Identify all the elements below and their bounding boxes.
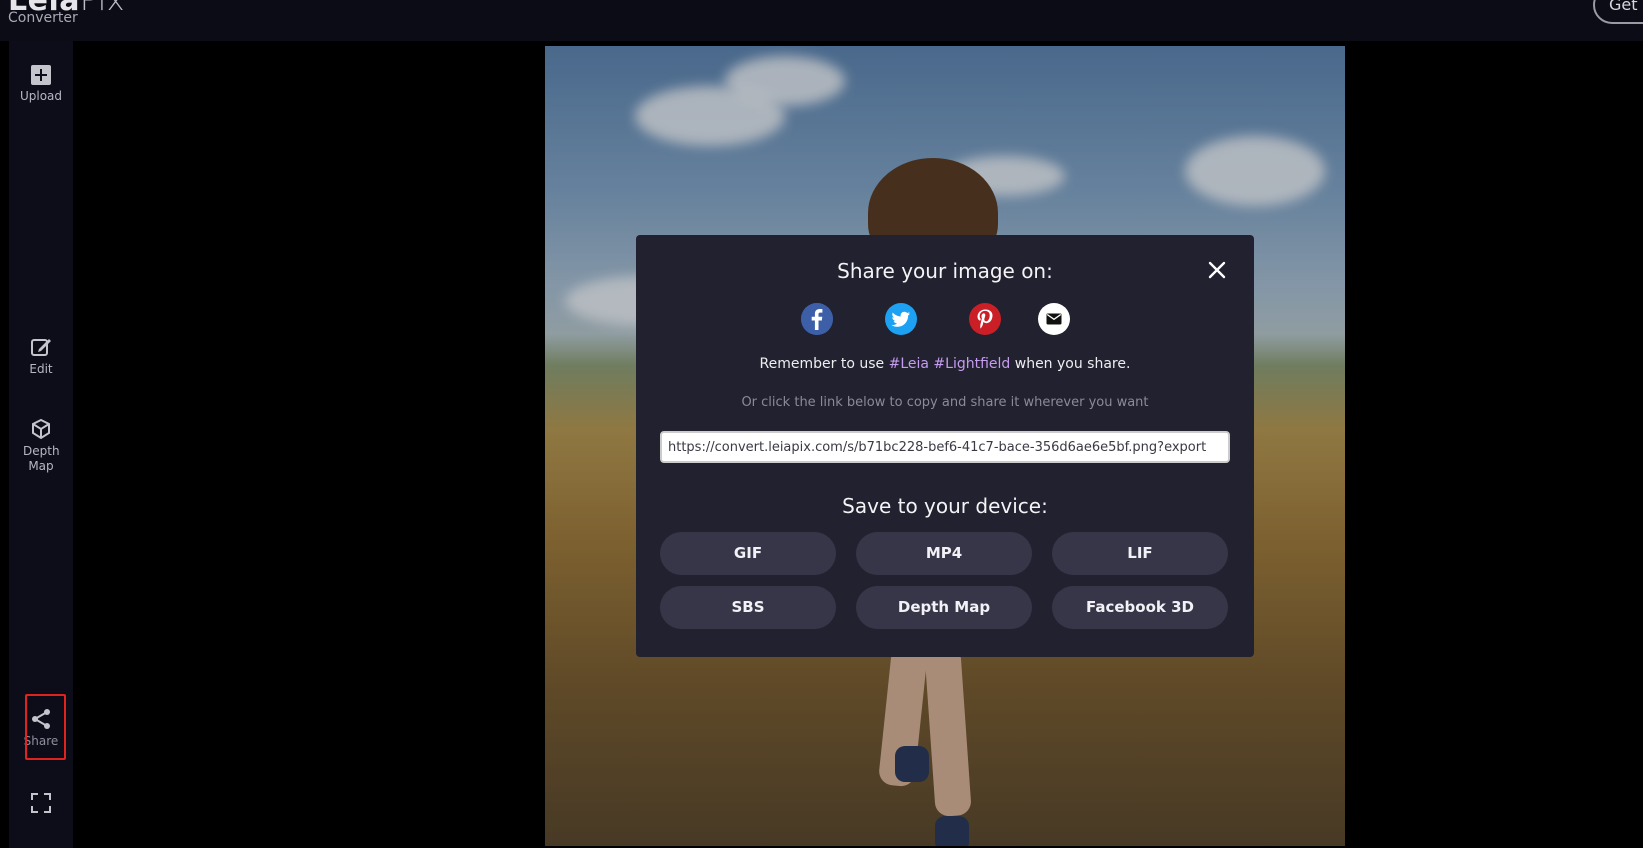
logo-light-text: Pix — [80, 0, 126, 18]
plus-square-icon — [31, 65, 51, 85]
facebook-icon — [801, 303, 833, 335]
sidebar-item-edit[interactable]: Edit — [9, 336, 73, 377]
pinterest-icon — [969, 303, 1001, 335]
email-share-button[interactable] — [1038, 303, 1070, 335]
share-modal: Share your image on: Remember to use #Le… — [636, 235, 1254, 657]
sidebar-item-depth-map[interactable]: Depth Map — [9, 418, 73, 474]
sidebar-item-label: Edit — [29, 362, 53, 376]
save-gif-button[interactable]: GIF — [660, 532, 836, 575]
close-icon — [1208, 261, 1226, 279]
email-icon — [1038, 303, 1070, 335]
get-app-button[interactable]: Get — [1593, 0, 1643, 24]
depth-map-icon — [32, 418, 50, 440]
remember-suffix: when you share. — [1010, 356, 1131, 372]
pinterest-share-button[interactable] — [969, 303, 1001, 335]
top-bar: LeiaPix Converter Get — [0, 0, 1643, 41]
remember-hashtag-text: Remember to use #Leia #Lightfield when y… — [636, 356, 1254, 372]
save-sbs-button[interactable]: SBS — [660, 586, 836, 629]
fullscreen-icon — [31, 793, 51, 813]
save-mp4-button[interactable]: MP4 — [856, 532, 1032, 575]
sidebar-item-label: Upload — [19, 89, 63, 103]
hashtag-link[interactable]: #Leia #Lightfield — [889, 356, 1011, 372]
edit-icon — [31, 339, 51, 356]
twitter-icon — [885, 303, 917, 335]
save-depth-map-button[interactable]: Depth Map — [856, 586, 1032, 629]
copy-link-instructions: Or click the link below to copy and shar… — [741, 395, 1149, 410]
share-highlight-box — [25, 694, 66, 760]
remember-prefix: Remember to use — [759, 356, 889, 372]
sidebar-item-upload[interactable]: Upload — [9, 65, 73, 104]
save-facebook-3d-button[interactable]: Facebook 3D — [1052, 586, 1228, 629]
save-lif-button[interactable]: LIF — [1052, 532, 1228, 575]
sidebar-item-fullscreen[interactable] — [9, 793, 73, 817]
share-title: Share your image on: — [837, 259, 1053, 283]
app-subtitle: Converter — [8, 10, 78, 26]
twitter-share-button[interactable] — [885, 303, 917, 335]
save-title: Save to your device: — [842, 494, 1048, 518]
facebook-share-button[interactable] — [801, 303, 833, 335]
close-button[interactable] — [1206, 259, 1228, 281]
share-link-input[interactable] — [660, 431, 1230, 463]
sidebar-item-label: Depth Map — [23, 444, 60, 473]
